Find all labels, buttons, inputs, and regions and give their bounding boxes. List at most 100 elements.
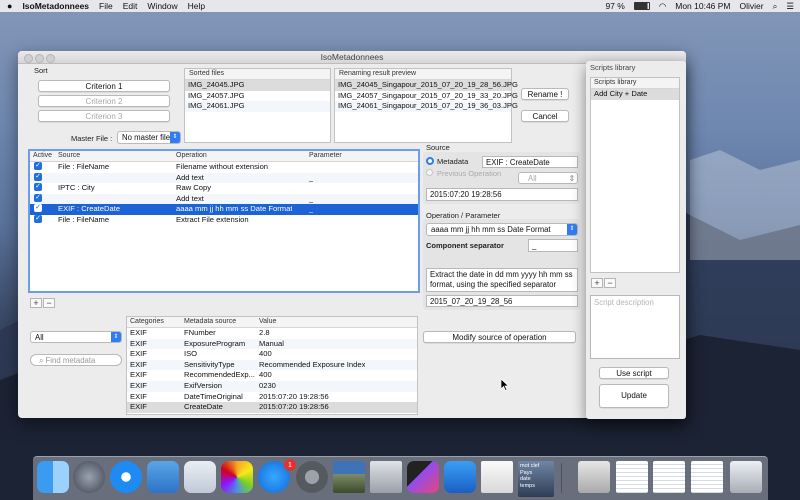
operations-table[interactable]: Active Source Operation Parameter ✓ File… <box>28 149 420 293</box>
document-thumbnail-icon[interactable]: mot clef Pays date temps <box>518 461 554 497</box>
wifi-icon[interactable]: ◠ <box>659 1 666 12</box>
list-item[interactable]: IMG_24061.JPG <box>185 101 330 112</box>
safari-icon[interactable] <box>110 461 142 493</box>
table-row[interactable]: ✓ File : FileName Filename without exten… <box>30 162 418 173</box>
menu-window[interactable]: Window <box>147 1 177 11</box>
window-thumbnail-icon[interactable] <box>691 461 723 493</box>
table-row-selected[interactable]: ✓ EXIF : CreateDate aaaa mm jj hh mm ss … <box>30 204 418 215</box>
textedit-icon[interactable] <box>481 461 513 493</box>
list-item[interactable]: IMG_24057_Singapour_2015_07_20_19_33_20.… <box>335 91 518 102</box>
table-row[interactable]: EXIF ExposureProgram Manual <box>127 338 417 350</box>
metadata-radio[interactable] <box>426 157 434 165</box>
window-thumbnail-icon[interactable] <box>616 461 648 493</box>
trash-icon[interactable] <box>730 461 762 493</box>
menu-help[interactable]: Help <box>188 1 205 11</box>
dock: 1 mot clef Pays date temps <box>33 456 768 500</box>
mouse-pointer-icon <box>501 379 509 391</box>
modify-source-button[interactable]: Modify source of operation <box>423 331 576 343</box>
active-checkbox[interactable]: ✓ <box>34 214 42 223</box>
component-separator-label: Component separator <box>426 241 504 250</box>
sort-label: Sort <box>34 66 48 75</box>
list-item[interactable]: IMG_24061_Singapour_2015_07_20_19_36_03.… <box>335 101 518 112</box>
criterion-3-button[interactable]: Criterion 3 <box>38 110 170 122</box>
battery-icon[interactable] <box>633 2 650 10</box>
active-checkbox[interactable]: ✓ <box>34 193 42 202</box>
table-row[interactable]: EXIF SensitivityType Recommended Exposure … <box>127 359 417 371</box>
clock[interactable]: Mon 10:46 PM <box>675 1 730 11</box>
table-row[interactable]: ✓ Add text _ <box>30 172 418 184</box>
add-script-button[interactable]: + <box>591 278 603 288</box>
table-row-selected[interactable]: EXIF CreateDate 2015:07:20 19:28:56 <box>127 402 417 413</box>
table-row[interactable]: ✓ File : FileName Extract File extension <box>30 214 418 226</box>
preview-icon[interactable] <box>184 461 216 493</box>
table-row[interactable]: EXIF DateTimeOriginal 2015:07:20 19:28:56 <box>127 392 417 403</box>
cancel-button[interactable]: Cancel <box>521 110 569 122</box>
zoom-window-icon[interactable] <box>46 54 55 63</box>
photos-icon[interactable] <box>221 461 253 493</box>
table-row[interactable]: EXIF FNumber 2.8 <box>127 328 417 339</box>
active-checkbox[interactable]: ✓ <box>34 183 42 192</box>
metadata-radio-label[interactable]: Metadata <box>437 157 468 166</box>
table-row[interactable]: ✓ IPTC : City Raw Copy <box>30 183 418 194</box>
disk-icon[interactable] <box>578 461 610 493</box>
find-metadata-input[interactable]: ⌕ Find metadata <box>30 354 122 366</box>
menu-file[interactable]: File <box>99 1 113 11</box>
list-item[interactable]: IMG_24057.JPG <box>185 91 330 102</box>
photo-thumbnail-icon[interactable] <box>333 461 365 493</box>
list-item[interactable]: IMG_24045_Singapour_2015_07_20_19_28_56.… <box>335 80 518 91</box>
spotlight-icon[interactable]: ⌕ <box>773 1 778 12</box>
active-checkbox[interactable]: ✓ <box>34 204 42 213</box>
component-separator-field[interactable]: _ <box>528 239 578 252</box>
list-item[interactable]: Add City + Date <box>591 89 679 100</box>
master-file-label: Master File : <box>71 134 113 143</box>
operation-result-field: 2015_07_20_19_28_56 <box>426 295 578 307</box>
apple-icon[interactable]: ● <box>7 1 12 11</box>
final-cut-icon[interactable] <box>407 461 439 493</box>
active-checkbox[interactable]: ✓ <box>34 162 42 170</box>
previous-operation-radio[interactable] <box>426 169 433 176</box>
table-row[interactable]: EXIF ExifVersion 0230 <box>127 380 417 392</box>
xcode-icon[interactable] <box>444 461 476 493</box>
remove-operation-button[interactable]: − <box>43 298 55 308</box>
window-title: IsoMetadonnees <box>320 52 384 62</box>
window-thumbnail-icon[interactable] <box>653 461 685 493</box>
active-checkbox[interactable]: ✓ <box>34 172 42 181</box>
finder-icon[interactable] <box>37 461 69 493</box>
sorted-files-list[interactable]: Sorted files IMG_24045.JPG IMG_24057.JPG… <box>184 68 331 143</box>
image-capture-icon[interactable] <box>370 461 402 493</box>
close-window-icon[interactable] <box>24 54 33 63</box>
scripts-list[interactable]: Scripts library Add City + Date <box>590 77 680 273</box>
category-filter-popup[interactable]: All ⇕ <box>30 331 122 343</box>
metadata-header: Categories Metadata source Value <box>127 317 417 328</box>
remove-script-button[interactable]: − <box>604 278 616 288</box>
script-description-field[interactable]: Script description <box>590 295 680 359</box>
update-button[interactable]: Update <box>599 384 669 408</box>
criterion-1-button[interactable]: Criterion 1 <box>38 80 170 92</box>
sorted-files-header: Sorted files <box>185 69 330 80</box>
menu-edit[interactable]: Edit <box>123 1 138 11</box>
mail-icon[interactable] <box>147 461 179 493</box>
table-row[interactable]: EXIF RecommendedExp... 400 <box>127 370 417 381</box>
table-row[interactable]: EXIF ISO 400 <box>127 349 417 360</box>
user-menu[interactable]: Olivier <box>740 1 764 11</box>
metadata-table[interactable]: Categories Metadata source Value EXIF FNu… <box>126 316 418 415</box>
app-menu[interactable]: IsoMetadonnees <box>22 1 89 11</box>
use-script-button[interactable]: Use script <box>599 367 669 379</box>
metadata-source-field[interactable]: EXIF : CreateDate <box>482 156 578 168</box>
source-all-popup[interactable]: All ⇕ <box>518 172 578 184</box>
system-preferences-icon[interactable] <box>296 461 328 493</box>
criterion-2-button[interactable]: Criterion 2 <box>38 95 170 107</box>
rename-button[interactable]: Rename ! <box>521 88 569 100</box>
list-item[interactable]: IMG_24045.JPG <box>185 80 330 91</box>
minimize-window-icon[interactable] <box>35 54 44 63</box>
table-row[interactable]: ✓ Add text _ <box>30 193 418 205</box>
scripts-library-window: Scripts library Scripts library Add City… <box>586 61 686 419</box>
add-operation-button[interactable]: + <box>30 298 42 308</box>
source-value-field[interactable]: 2015:07:20 19:28:56 <box>426 188 578 201</box>
operation-popup[interactable]: aaaa mm jj hh mm ss Date Format ⇕ <box>426 223 578 236</box>
notification-center-icon[interactable]: ☰ <box>786 1 794 12</box>
master-file-popup[interactable]: No master file ⇕ <box>117 131 181 144</box>
previous-operation-label[interactable]: Previous Operation <box>437 169 501 178</box>
launchpad-icon[interactable] <box>73 461 105 493</box>
renaming-preview-list[interactable]: Renaming result preview IMG_24045_Singap… <box>334 68 518 143</box>
